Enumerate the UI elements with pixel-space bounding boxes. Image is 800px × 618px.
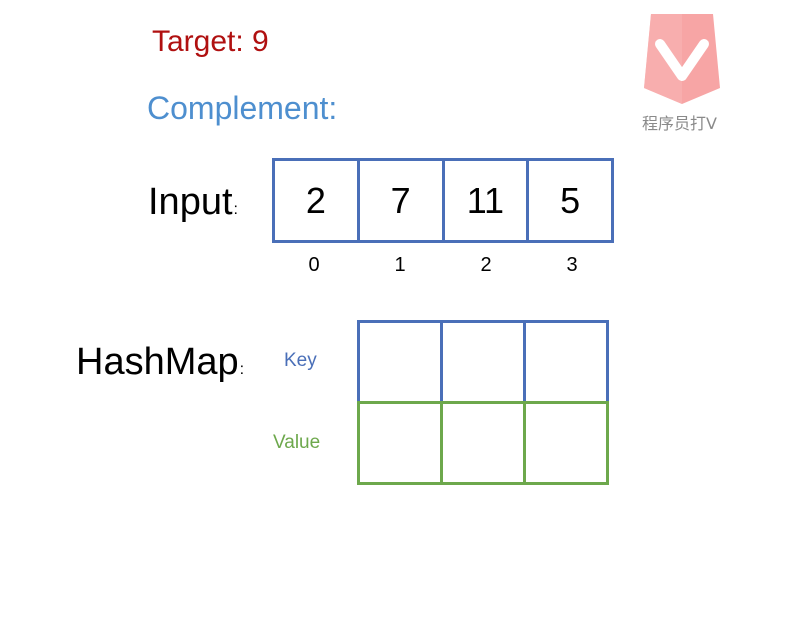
hashmap-value-cell <box>523 401 609 485</box>
array-cell: 7 <box>356 158 445 243</box>
index-label: 1 <box>394 254 406 276</box>
value-label: Value <box>273 432 321 453</box>
input-label-text: Input <box>148 181 233 223</box>
hashmap-label-text: HashMap <box>76 341 239 383</box>
hashmap-key-cell <box>440 320 526 404</box>
key-label: Key <box>284 350 317 371</box>
hashmap-label-colon: : <box>239 361 245 378</box>
input-label: Input: <box>148 180 238 232</box>
hashmap-label: HashMap: <box>76 340 244 392</box>
input-array: 2 7 11 5 <box>272 158 614 243</box>
complement-text: Complement: <box>147 90 338 126</box>
logo-caption: 程序员打V <box>642 114 717 133</box>
hashmap-key-row <box>357 320 609 404</box>
target-text: Target: 9 <box>152 25 269 58</box>
array-cell: 5 <box>526 158 614 243</box>
hashmap-value-cell <box>357 401 443 485</box>
v-logo-icon <box>642 10 722 105</box>
hashmap-value-cell <box>440 401 526 485</box>
array-cell: 11 <box>441 158 530 243</box>
hashmap-value-row <box>357 401 609 485</box>
index-label: 3 <box>566 254 578 276</box>
hashmap-key-cell <box>357 320 443 404</box>
hashmap-key-cell <box>523 320 609 404</box>
index-label: 0 <box>308 254 320 276</box>
input-label-colon: : <box>233 201 238 218</box>
array-cell: 2 <box>272 158 360 243</box>
index-label: 2 <box>480 254 492 276</box>
